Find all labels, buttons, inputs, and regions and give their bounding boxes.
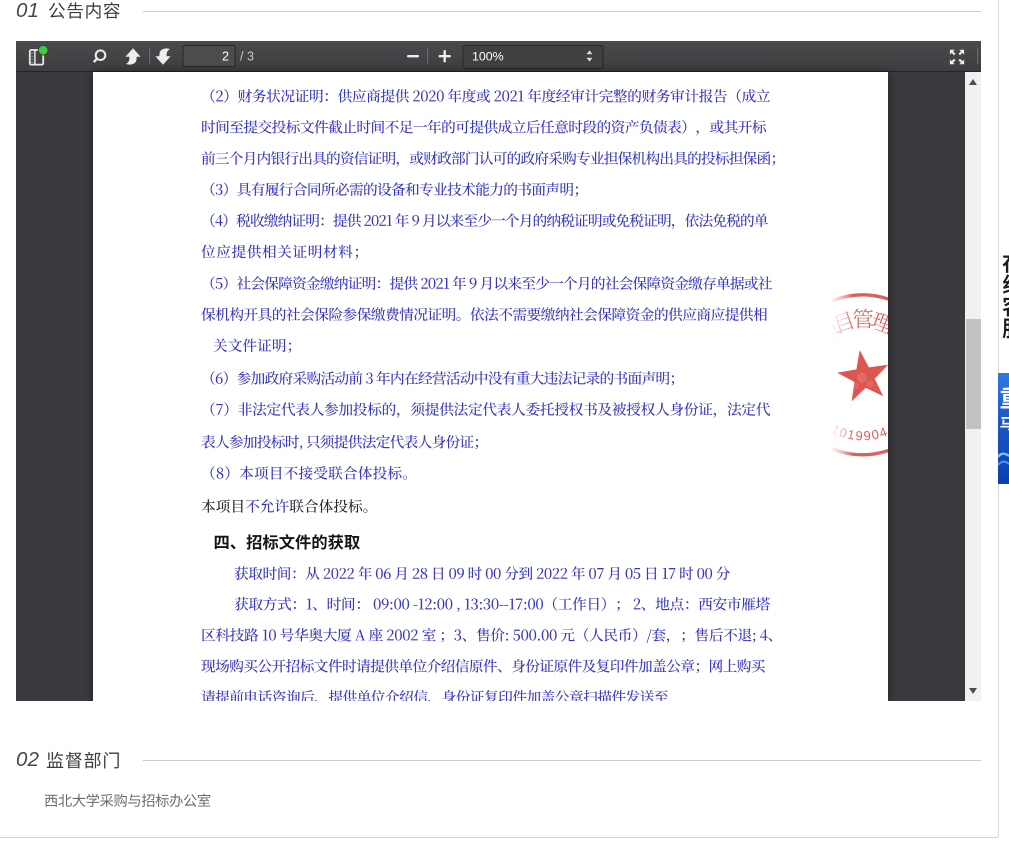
svg-text:9: 9 [855, 428, 863, 443]
svg-text:2: 2 [222, 49, 229, 63]
svg-text:/ 3: / 3 [240, 49, 254, 63]
svg-text:100%: 100% [472, 50, 504, 64]
